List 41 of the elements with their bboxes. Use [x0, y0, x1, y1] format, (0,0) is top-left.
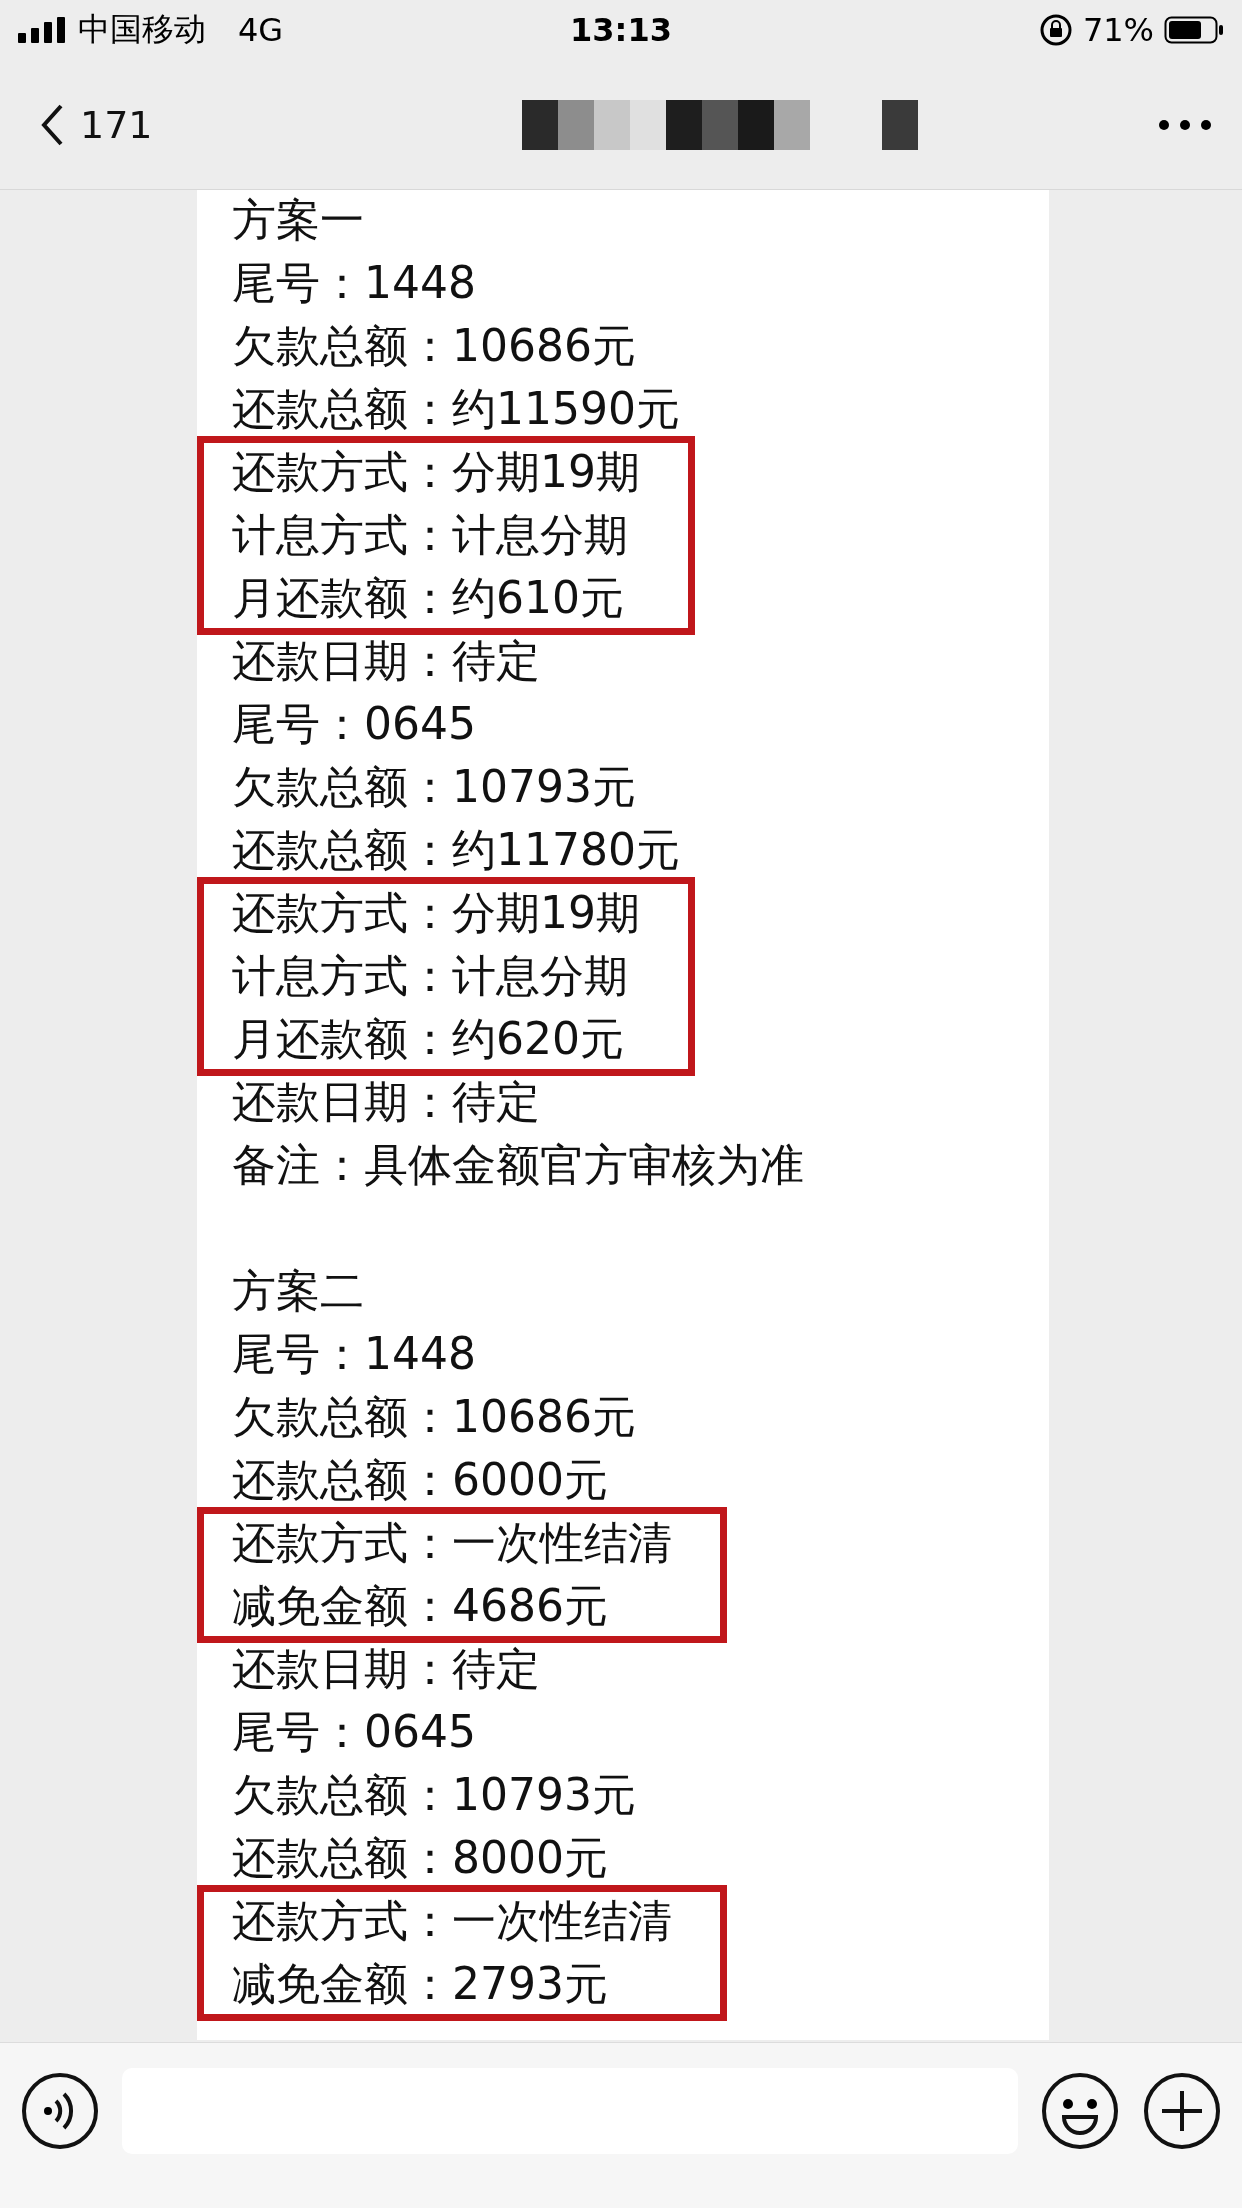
network-type: 4G	[238, 11, 284, 49]
message-line: 欠款总额：10793元	[232, 760, 636, 814]
message-line: 尾号：1448	[232, 1327, 476, 1381]
message-line: 还款方式：分期19期	[232, 445, 640, 499]
message-line: 还款总额：6000元	[232, 1453, 608, 1507]
message-line: 月还款额：约610元	[232, 571, 624, 625]
message-line: 还款总额：约11590元	[232, 382, 680, 436]
message-line: 尾号：0645	[232, 1705, 476, 1759]
battery-icon	[1164, 16, 1224, 44]
message-line: 还款方式：分期19期	[232, 886, 640, 940]
carrier-name: 中国移动	[78, 9, 206, 50]
message-line: 还款方式：一次性结清	[232, 1894, 672, 1948]
message-line: 方案一	[232, 193, 364, 247]
message-line: 减免金额：4686元	[232, 1579, 608, 1633]
message-line: 欠款总额：10793元	[232, 1768, 636, 1822]
message-line: 计息方式：计息分期	[232, 508, 628, 562]
plus-icon[interactable]	[1142, 2070, 1222, 2151]
message-line: 备注：具体金额官方审核为准	[232, 1138, 804, 1192]
battery-percent: 71%	[1082, 11, 1154, 49]
emoji-icon[interactable]	[1040, 2070, 1120, 2151]
signal-icon	[18, 17, 68, 43]
rotation-lock-icon	[1038, 13, 1073, 47]
more-icon[interactable]	[1158, 118, 1212, 131]
back-button[interactable]: 171	[40, 102, 153, 147]
message-line: 还款总额：约11780元	[232, 823, 680, 877]
message-line: 计息方式：计息分期	[232, 949, 628, 1003]
back-icon	[40, 102, 64, 147]
message-line: 欠款总额：10686元	[232, 1390, 636, 1444]
message-line: 欠款总额：10686元	[232, 319, 636, 373]
message-line: 月还款额：约620元	[232, 1012, 624, 1066]
message-line: 尾号：0645	[232, 697, 476, 751]
message-line: 还款日期：待定	[232, 634, 540, 688]
message-line: 还款日期：待定	[232, 1642, 540, 1696]
message-line: 还款总额：8000元	[232, 1831, 608, 1885]
message-line: 还款方式：一次性结清	[232, 1516, 672, 1570]
message-line: 减免金额：2793元	[232, 1957, 608, 2011]
voice-icon[interactable]	[20, 2070, 100, 2151]
message-line: 尾号：1448	[232, 256, 476, 310]
message-line: 方案二	[232, 1264, 364, 1318]
message-line: 还款日期：待定	[232, 1075, 540, 1129]
clock-time: 13:13	[570, 11, 672, 49]
